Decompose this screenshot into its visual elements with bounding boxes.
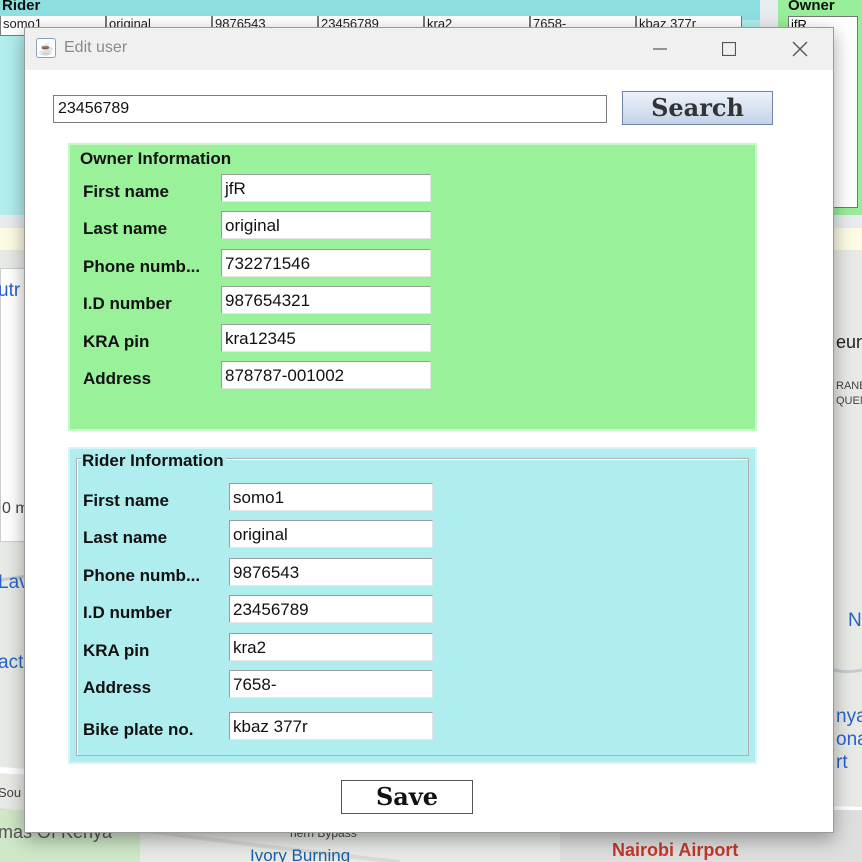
close-button[interactable] [765,28,835,70]
map-label: QUEN [836,395,862,407]
rider-last-name-label: Last name [83,528,168,547]
rider-address-label: Address [83,678,152,697]
owner-first-name-label: First name [83,182,169,201]
owner-phone-field[interactable]: 732271546 [221,249,431,277]
maximize-icon [722,42,736,56]
search-button[interactable]: Search [622,91,773,125]
rider-information-panel: Rider Information First name somo1 Last … [68,447,757,764]
map-label: nya [836,706,862,727]
owner-address-label: Address [83,369,152,388]
rider-bike-plate-field[interactable]: kbaz 377r [229,712,433,740]
rider-last-name-field[interactable]: original [229,520,433,548]
owner-id-number-field[interactable]: 987654321 [221,286,431,314]
owner-first-name-field[interactable]: jfR [221,174,431,202]
map-label: ona [836,729,862,750]
close-icon [792,41,808,57]
rider-kra-pin-field[interactable]: kra2 [229,633,433,661]
rider-panel-title: Rider Information [82,451,226,471]
minimize-button[interactable] [625,28,695,70]
background-rider-header: Rider [2,0,41,14]
map-label: Ivory Burning [250,846,351,862]
owner-last-name-label: Last name [83,219,168,238]
title-bar[interactable]: ☕ Edit user [25,28,833,70]
java-app-icon: ☕ [36,38,56,58]
rider-id-number-field[interactable]: 23456789 [229,595,433,623]
owner-id-number-label: I.D number [83,294,172,313]
background-owner-header: Owner [788,0,835,14]
save-button[interactable]: Save [341,780,473,814]
map-label: rt [836,752,848,773]
owner-phone-label: Phone numb... [83,257,201,276]
minimize-icon [653,48,667,50]
map-label: N [848,610,862,631]
rider-address-field[interactable]: 7658- [229,670,433,698]
map-label: utr [0,280,21,301]
rider-phone-field[interactable]: 9876543 [229,558,433,586]
rider-first-name-field[interactable]: somo1 [229,483,433,511]
owner-kra-pin-label: KRA pin [83,332,150,351]
maximize-button[interactable] [694,28,764,70]
map-label: Nairobi Airport [612,840,739,860]
map-label: eun [836,332,862,352]
rider-first-name-label: First name [83,491,169,510]
owner-last-name-field[interactable]: original [221,211,431,239]
rider-phone-label: Phone numb... [83,566,201,585]
window-title: Edit user [64,39,128,56]
search-input[interactable]: 23456789 [53,95,607,123]
edit-user-dialog: ☕ Edit user 23456789 Search Owner Inform… [24,27,834,833]
rider-bike-plate-label: Bike plate no. [83,720,194,739]
map-label: Sou [0,785,22,800]
owner-information-panel: Owner Information First name jfR Last na… [68,143,757,431]
rider-id-number-label: I.D number [83,603,172,622]
owner-panel-title: Owner Information [80,149,232,168]
rider-kra-pin-label: KRA pin [83,641,150,660]
map-label: RANE [836,380,862,392]
owner-kra-pin-field[interactable]: kra12345 [221,324,431,352]
owner-address-field[interactable]: 878787-001002 [221,361,431,389]
